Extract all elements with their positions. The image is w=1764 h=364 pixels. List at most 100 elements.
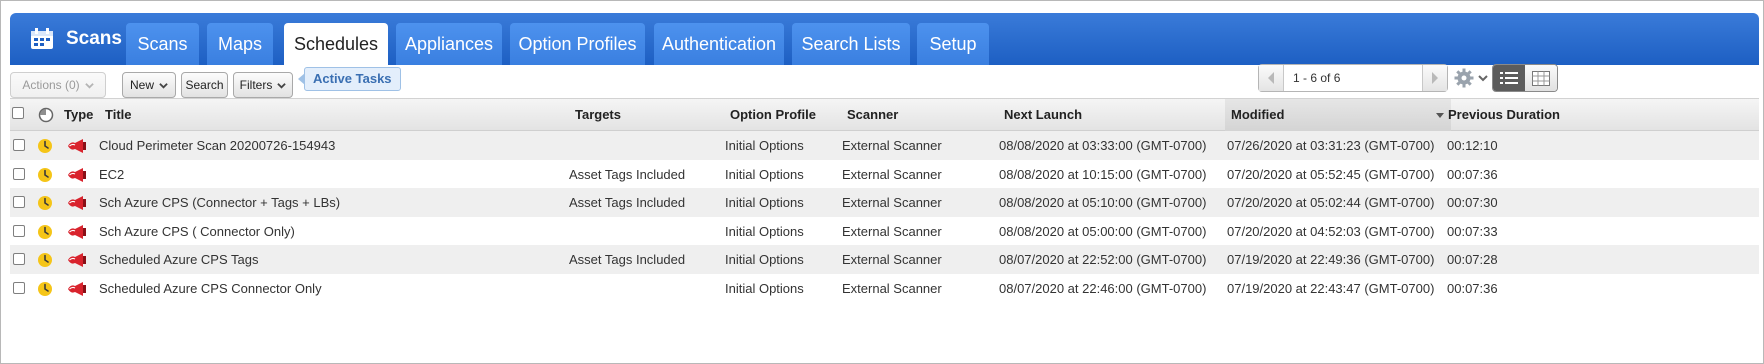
row-scanner: External Scanner bbox=[842, 195, 942, 211]
clock-icon bbox=[38, 139, 52, 153]
chevron-down-icon bbox=[277, 82, 287, 89]
modified-column-label: Modified bbox=[1231, 107, 1285, 122]
row-title[interactable]: Sch Azure CPS (Connector + Tags + LBs) bbox=[99, 188, 340, 217]
settings-menu[interactable] bbox=[1454, 66, 1490, 90]
row-title[interactable]: Scheduled Azure CPS Connector Only bbox=[99, 274, 322, 303]
row-next-launch: 08/07/2020 at 22:52:00 (GMT-0700) bbox=[999, 252, 1207, 268]
tab-appliances[interactable]: Appliances bbox=[396, 23, 502, 65]
row-next-launch: 08/08/2020 at 03:33:00 (GMT-0700) bbox=[999, 138, 1207, 153]
row-previous-duration: 00:07:36 bbox=[1447, 281, 1498, 296]
actions-dropdown[interactable]: Actions (0) bbox=[10, 72, 106, 98]
table-row[interactable]: Cloud Perimeter Scan 20200726-154943 Init… bbox=[10, 131, 1759, 160]
title-column-header[interactable]: Title bbox=[105, 99, 132, 131]
filters-dropdown[interactable]: Filters bbox=[233, 72, 293, 98]
tab-option-profiles[interactable]: Option Profiles bbox=[510, 23, 645, 65]
row-previous-duration: 00:07:36 bbox=[1447, 166, 1498, 182]
grid-view-button[interactable] bbox=[1525, 65, 1557, 91]
row-title[interactable]: Cloud Perimeter Scan 20200726-154943 bbox=[99, 131, 335, 160]
row-checkbox[interactable] bbox=[13, 253, 25, 266]
next-launch-column-header[interactable]: Next Launch bbox=[1004, 99, 1082, 131]
next-page-button[interactable] bbox=[1422, 65, 1447, 91]
clock-icon bbox=[38, 253, 52, 268]
row-next-launch: 08/08/2020 at 10:15:00 (GMT-0700) bbox=[999, 166, 1207, 182]
row-next-launch: 08/08/2020 at 05:10:00 (GMT-0700) bbox=[999, 195, 1207, 211]
table-header: Type Title Targets Option Profile Scanne… bbox=[10, 98, 1759, 131]
list-view-icon bbox=[1500, 72, 1518, 84]
row-targets: Asset Tags Included bbox=[569, 166, 686, 182]
row-checkbox[interactable] bbox=[13, 282, 25, 294]
row-modified: 07/20/2020 at 05:52:45 (GMT-0700) bbox=[1227, 166, 1435, 182]
targets-column-header[interactable]: Targets bbox=[575, 99, 621, 131]
table-row[interactable]: Scheduled Azure CPS Tags Asset Tags Inclu… bbox=[10, 245, 1759, 275]
row-checkbox[interactable] bbox=[13, 167, 25, 180]
tab-maps[interactable]: Maps bbox=[207, 23, 273, 65]
search-button[interactable]: Search bbox=[181, 72, 228, 98]
grid-view-icon bbox=[1532, 70, 1550, 86]
app-window: Scans Scans Maps Schedules Appliances Op… bbox=[0, 0, 1764, 364]
modified-column-header[interactable]: Modified bbox=[1225, 99, 1451, 131]
tab-setup[interactable]: Setup bbox=[917, 23, 989, 65]
scanner-column-header[interactable]: Scanner bbox=[847, 99, 898, 131]
row-modified: 07/20/2020 at 04:52:03 (GMT-0700) bbox=[1227, 223, 1435, 239]
row-modified: 07/26/2020 at 03:31:23 (GMT-0700) bbox=[1227, 138, 1435, 153]
external-scanner-icon bbox=[68, 224, 86, 239]
row-scanner: External Scanner bbox=[842, 223, 942, 239]
row-title[interactable]: EC2 bbox=[99, 160, 124, 189]
external-scanner-icon bbox=[68, 196, 86, 211]
sort-descending-icon bbox=[1436, 113, 1444, 118]
previous-duration-column-header[interactable]: Previous Duration bbox=[1448, 99, 1560, 131]
row-previous-duration: 00:07:28 bbox=[1447, 252, 1498, 268]
clock-icon bbox=[38, 167, 52, 182]
row-modified: 07/19/2020 at 22:43:47 (GMT-0700) bbox=[1227, 281, 1435, 296]
row-option-profile: Initial Options bbox=[725, 252, 804, 268]
row-modified: 07/20/2020 at 05:02:44 (GMT-0700) bbox=[1227, 195, 1435, 211]
chevron-left-icon bbox=[1268, 72, 1274, 84]
module-header: Scans Scans Maps Schedules Appliances Op… bbox=[10, 13, 1759, 65]
filters-label: Filters bbox=[239, 78, 273, 92]
row-option-profile: Initial Options bbox=[725, 195, 804, 211]
table-row[interactable]: EC2 Asset Tags Included Initial Options Ext… bbox=[10, 160, 1759, 189]
chevron-down-icon bbox=[159, 82, 168, 89]
tab-schedules[interactable]: Schedules bbox=[284, 23, 388, 65]
row-title[interactable]: Sch Azure CPS ( Connector Only) bbox=[99, 217, 295, 246]
new-label: New bbox=[129, 78, 154, 92]
module-title-text: Scans bbox=[66, 28, 122, 49]
external-scanner-icon bbox=[68, 139, 86, 153]
row-title[interactable]: Scheduled Azure CPS Tags bbox=[99, 245, 258, 274]
external-scanner-icon bbox=[68, 167, 86, 182]
clock-icon bbox=[38, 196, 52, 211]
clock-icon bbox=[38, 107, 54, 123]
status-column-header[interactable] bbox=[38, 99, 56, 131]
module-title: Scans bbox=[30, 13, 122, 65]
row-previous-duration: 00:07:33 bbox=[1447, 223, 1498, 239]
table-row[interactable]: Scheduled Azure CPS Connector Only Initia… bbox=[10, 274, 1759, 303]
row-checkbox[interactable] bbox=[13, 196, 25, 209]
tab-scans[interactable]: Scans bbox=[126, 23, 199, 65]
new-dropdown[interactable]: New bbox=[122, 72, 176, 98]
select-all-checkbox[interactable] bbox=[12, 107, 24, 119]
calendar-icon bbox=[31, 28, 53, 49]
active-filter-tag[interactable]: Active Tasks bbox=[298, 67, 401, 91]
row-scanner: External Scanner bbox=[842, 138, 942, 153]
row-scanner: External Scanner bbox=[842, 166, 942, 182]
tab-search-lists[interactable]: Search Lists bbox=[792, 23, 910, 65]
list-view-button[interactable] bbox=[1493, 65, 1525, 91]
table-row[interactable]: Sch Azure CPS ( Connector Only) Initial O… bbox=[10, 217, 1759, 246]
option-profile-column-header[interactable]: Option Profile bbox=[730, 99, 816, 131]
tab-authentication[interactable]: Authentication bbox=[654, 23, 784, 65]
previous-page-button[interactable] bbox=[1259, 65, 1284, 91]
row-option-profile: Initial Options bbox=[725, 138, 804, 153]
chevron-down-icon bbox=[1478, 75, 1488, 82]
gear-icon bbox=[1454, 68, 1474, 88]
row-modified: 07/19/2020 at 22:49:36 (GMT-0700) bbox=[1227, 252, 1435, 268]
row-checkbox[interactable] bbox=[13, 224, 25, 237]
row-checkbox[interactable] bbox=[13, 139, 25, 151]
clock-icon bbox=[38, 224, 52, 239]
row-scanner: External Scanner bbox=[842, 252, 942, 268]
clock-icon bbox=[38, 282, 52, 296]
row-previous-duration: 00:12:10 bbox=[1447, 138, 1498, 153]
type-column-header[interactable]: Type bbox=[64, 99, 93, 131]
row-previous-duration: 00:07:30 bbox=[1447, 195, 1498, 211]
row-next-launch: 08/07/2020 at 22:46:00 (GMT-0700) bbox=[999, 281, 1207, 296]
table-row[interactable]: Sch Azure CPS (Connector + Tags + LBs) As… bbox=[10, 188, 1759, 218]
